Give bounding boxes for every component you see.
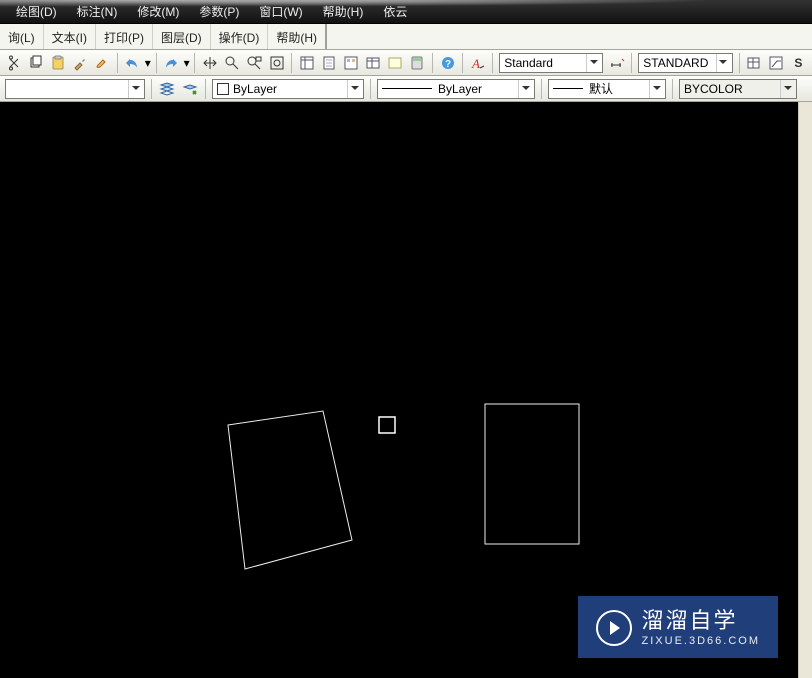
linetype-dropdown[interactable]: ByLayer xyxy=(377,79,535,99)
text-style-value: Standard xyxy=(504,56,586,70)
linetype-value: ByLayer xyxy=(438,82,518,96)
chevron-down-icon[interactable] xyxy=(518,80,532,98)
pan-icon[interactable] xyxy=(199,52,220,74)
plotstyle-dropdown[interactable]: BYCOLOR xyxy=(679,79,797,99)
svg-text:A: A xyxy=(471,56,480,71)
zoom-window-icon[interactable] xyxy=(266,52,287,74)
tab-print[interactable]: 打印(P) xyxy=(96,24,153,49)
chevron-down-icon[interactable] xyxy=(716,54,730,72)
tool-palette-icon[interactable] xyxy=(340,52,361,74)
tab-action[interactable]: 操作(D) xyxy=(211,24,269,49)
tab-text[interactable]: 文本(I) xyxy=(44,24,96,49)
chevron-down-icon[interactable] xyxy=(128,80,142,98)
svg-text:?: ? xyxy=(445,59,451,70)
drawing-canvas[interactable]: 溜溜自学 ZIXUE.3D66.COM xyxy=(0,102,812,678)
vertical-scrollbar[interactable] xyxy=(798,102,812,678)
redo-dropdown-icon[interactable]: ▾ xyxy=(183,56,191,70)
layer-previous-icon[interactable] xyxy=(179,78,201,100)
watermark-url: ZIXUE.3D66.COM xyxy=(642,635,760,648)
undo-icon[interactable] xyxy=(122,52,143,74)
lineweight-value: 默认 xyxy=(589,80,649,97)
menu-draw[interactable]: 绘图(D) xyxy=(6,0,67,24)
layer-dropdown[interactable] xyxy=(5,79,145,99)
drawing-svg xyxy=(0,102,798,678)
toolbar-2: ByLayer ByLayer 默认 BYCOLOR xyxy=(0,76,812,102)
redo-icon[interactable] xyxy=(161,52,182,74)
color-dropdown[interactable]: ByLayer xyxy=(212,79,364,99)
text-style-icon[interactable]: A xyxy=(467,52,488,74)
plotstyle-value: BYCOLOR xyxy=(684,82,780,96)
dim-style-value: STANDARD xyxy=(643,56,715,70)
cut-icon[interactable] xyxy=(3,52,24,74)
paste-icon[interactable] xyxy=(47,52,68,74)
menu-annotate[interactable]: 标注(N) xyxy=(67,0,128,24)
menu-yiyun[interactable]: 依云 xyxy=(373,0,417,24)
multileader-icon[interactable] xyxy=(766,52,787,74)
menu-window[interactable]: 窗口(W) xyxy=(249,0,312,24)
zoom-extents-icon[interactable] xyxy=(244,52,265,74)
markup-icon[interactable] xyxy=(385,52,406,74)
chevron-down-icon[interactable] xyxy=(649,80,663,98)
chevron-down-icon[interactable] xyxy=(780,80,794,98)
properties-icon[interactable] xyxy=(296,52,317,74)
submenu: 询(L) 文本(I) 打印(P) 图层(D) 操作(D) 帮助(H) xyxy=(0,24,812,50)
lineweight-icon xyxy=(553,88,583,89)
menu-param[interactable]: 参数(P) xyxy=(189,0,249,24)
tab-help[interactable]: 帮助(H) xyxy=(268,24,327,49)
dim-style-icon[interactable] xyxy=(606,52,627,74)
design-center-icon[interactable] xyxy=(363,52,384,74)
lineweight-dropdown[interactable]: 默认 xyxy=(548,79,666,99)
play-logo-icon xyxy=(596,610,632,646)
calc-icon[interactable] xyxy=(407,52,428,74)
zoom-icon[interactable] xyxy=(222,52,243,74)
toolbar-1: ▾ ▾ ? A Standard STANDARD S xyxy=(0,50,812,76)
menu-help[interactable]: 帮助(H) xyxy=(313,0,374,24)
tab-layer[interactable]: 图层(D) xyxy=(153,24,211,49)
s-icon[interactable]: S xyxy=(788,52,809,74)
layer-states-icon[interactable] xyxy=(156,78,178,100)
pickbox-cursor xyxy=(379,417,395,433)
chevron-down-icon[interactable] xyxy=(347,80,361,98)
dim-style-dropdown[interactable]: STANDARD xyxy=(638,53,732,73)
menu-modify[interactable]: 修改(M) xyxy=(127,0,189,24)
menubar: 绘图(D) 标注(N) 修改(M) 参数(P) 窗口(W) 帮助(H) 依云 xyxy=(0,0,812,24)
copy-icon[interactable] xyxy=(25,52,46,74)
brush-icon[interactable] xyxy=(92,52,113,74)
watermark: 溜溜自学 ZIXUE.3D66.COM xyxy=(578,596,778,658)
match-prop-icon[interactable] xyxy=(70,52,91,74)
chevron-down-icon[interactable] xyxy=(586,54,600,72)
sheetset-icon[interactable] xyxy=(318,52,339,74)
shape-rect-left xyxy=(228,411,352,569)
table-style-icon[interactable] xyxy=(743,52,764,74)
undo-dropdown-icon[interactable]: ▾ xyxy=(144,56,152,70)
shape-rect-right xyxy=(485,404,579,544)
color-value: ByLayer xyxy=(233,82,347,96)
text-style-dropdown[interactable]: Standard xyxy=(499,53,603,73)
watermark-title: 溜溜自学 xyxy=(642,608,760,634)
help-icon[interactable]: ? xyxy=(437,52,458,74)
color-swatch-icon xyxy=(217,83,229,95)
linetype-icon xyxy=(382,88,432,89)
tab-inquiry[interactable]: 询(L) xyxy=(0,24,44,49)
